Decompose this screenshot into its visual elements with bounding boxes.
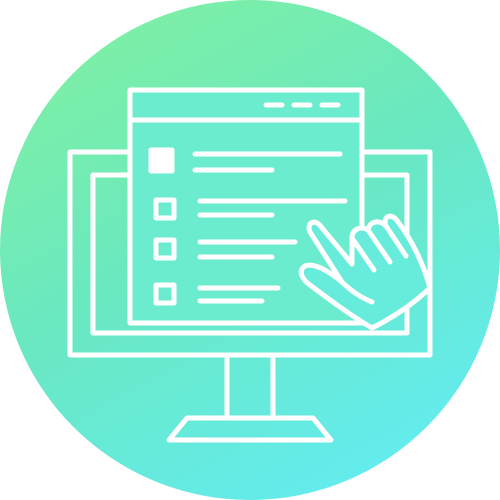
- checkbox-1-checked: [148, 147, 175, 174]
- checklist-monitor-icon: [0, 0, 500, 500]
- icon-badge: [0, 0, 500, 500]
